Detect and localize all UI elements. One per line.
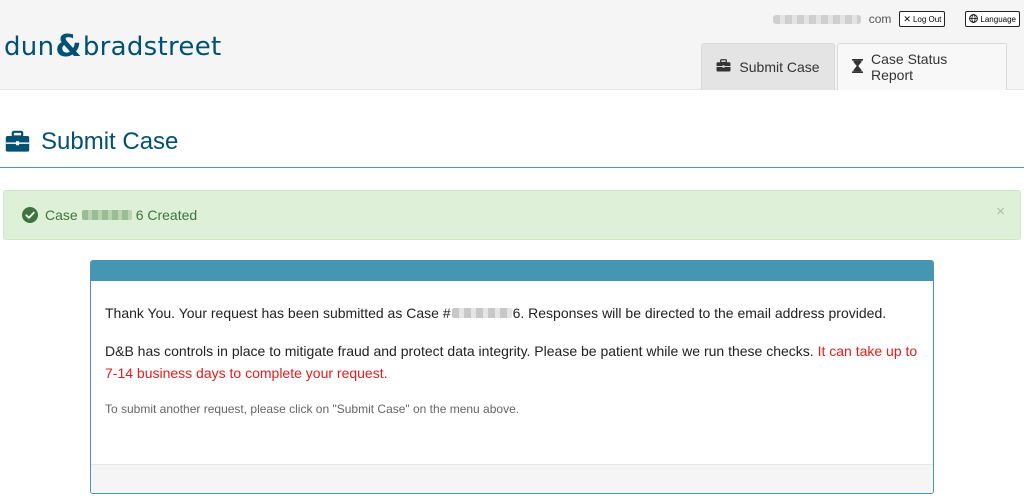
logo-text-dun: dun [4,32,55,62]
hourglass-icon [852,58,863,76]
dnb-logo[interactable]: dun&bradstreet [4,28,222,64]
alert-close-button[interactable]: × [996,203,1005,220]
user-bar: com ✕ Log Out Language [772,10,1020,28]
tab-case-status-report[interactable]: Case Status Report [837,43,1007,90]
success-alert: Case 6 Created × [3,190,1021,240]
globe-icon [969,13,979,25]
tab-case-status-report-label: Case Status Report [871,51,948,83]
confirmation-text-start: Thank You. Your request has been submitt… [105,305,451,321]
logout-button[interactable]: ✕ Log Out [899,11,946,27]
confirmation-message: Thank You. Your request has been submitt… [105,302,919,324]
panel-body: Thank You. Your request has been submitt… [91,281,933,420]
close-icon: ✕ [903,13,911,24]
user-email-redacted [772,14,861,24]
logout-label: Log Out [912,14,942,24]
fraud-controls-message: D&B has controls in place to mitigate fr… [105,340,919,384]
submit-another-hint: To submit another request, please click … [105,402,520,416]
briefcase-icon [716,59,731,75]
logo-ampersand: & [55,29,82,64]
success-message: Case 6 Created [45,207,197,223]
case-number-redacted [451,308,512,318]
success-message-suffix: 6 Created [135,207,198,223]
language-label: Language [980,14,1016,24]
logo-text-bradstreet: bradstreet [82,32,222,62]
site-header: dun&bradstreet com ✕ Log Out Language Su… [0,0,1024,90]
panel-footer [91,464,933,493]
tab-submit-case[interactable]: Submit Case [701,43,835,90]
user-email-suffix: com [868,12,892,26]
confirmation-panel: Thank You. Your request has been submitt… [90,260,934,494]
briefcase-icon [5,130,30,158]
language-button[interactable]: Language [965,11,1020,27]
page-title: Submit Case [41,128,179,155]
page-title-bar: Submit Case [0,120,1024,168]
case-number-redacted [81,210,132,220]
confirmation-text-end: 6. Responses will be directed to the ema… [512,305,887,321]
success-message-prefix: Case [45,207,78,223]
panel-header [91,261,933,281]
main-nav-tabs: Submit Case Case Status Report [701,43,1007,90]
fraud-controls-text: D&B has controls in place to mitigate fr… [105,343,818,359]
check-circle-icon [22,207,38,228]
tab-submit-case-label: Submit Case [739,59,820,75]
